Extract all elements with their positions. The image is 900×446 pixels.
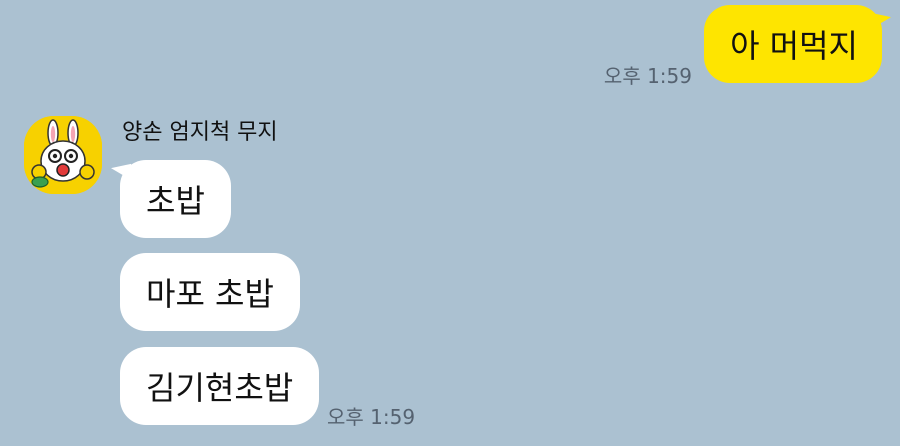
chat-area: 아 머먹지 오후 1:59 양손 엄지척 무지 초밥 마포 초밥 김기현초밥 오…: [0, 0, 900, 446]
incoming-message-text: 초밥: [146, 182, 205, 220]
incoming-message-bubble[interactable]: 김기현초밥: [120, 347, 320, 425]
sender-name: 양손 엄지척 무지: [122, 120, 278, 145]
incoming-message-bubble[interactable]: 초밥: [120, 160, 231, 238]
muzi-thumbs-up-icon: [24, 116, 102, 194]
outgoing-message-time: 오후 1:59: [603, 64, 692, 88]
sender-avatar[interactable]: [24, 116, 102, 194]
outgoing-message-bubble[interactable]: 아 머먹지: [704, 5, 882, 83]
incoming-message-text: 마포 초밥: [146, 275, 274, 313]
incoming-message-text: 김기현초밥: [146, 369, 294, 407]
outgoing-message-text: 아 머먹지: [730, 27, 858, 65]
incoming-message-bubble[interactable]: 마포 초밥: [120, 253, 300, 331]
incoming-message-time: 오후 1:59: [327, 405, 416, 429]
